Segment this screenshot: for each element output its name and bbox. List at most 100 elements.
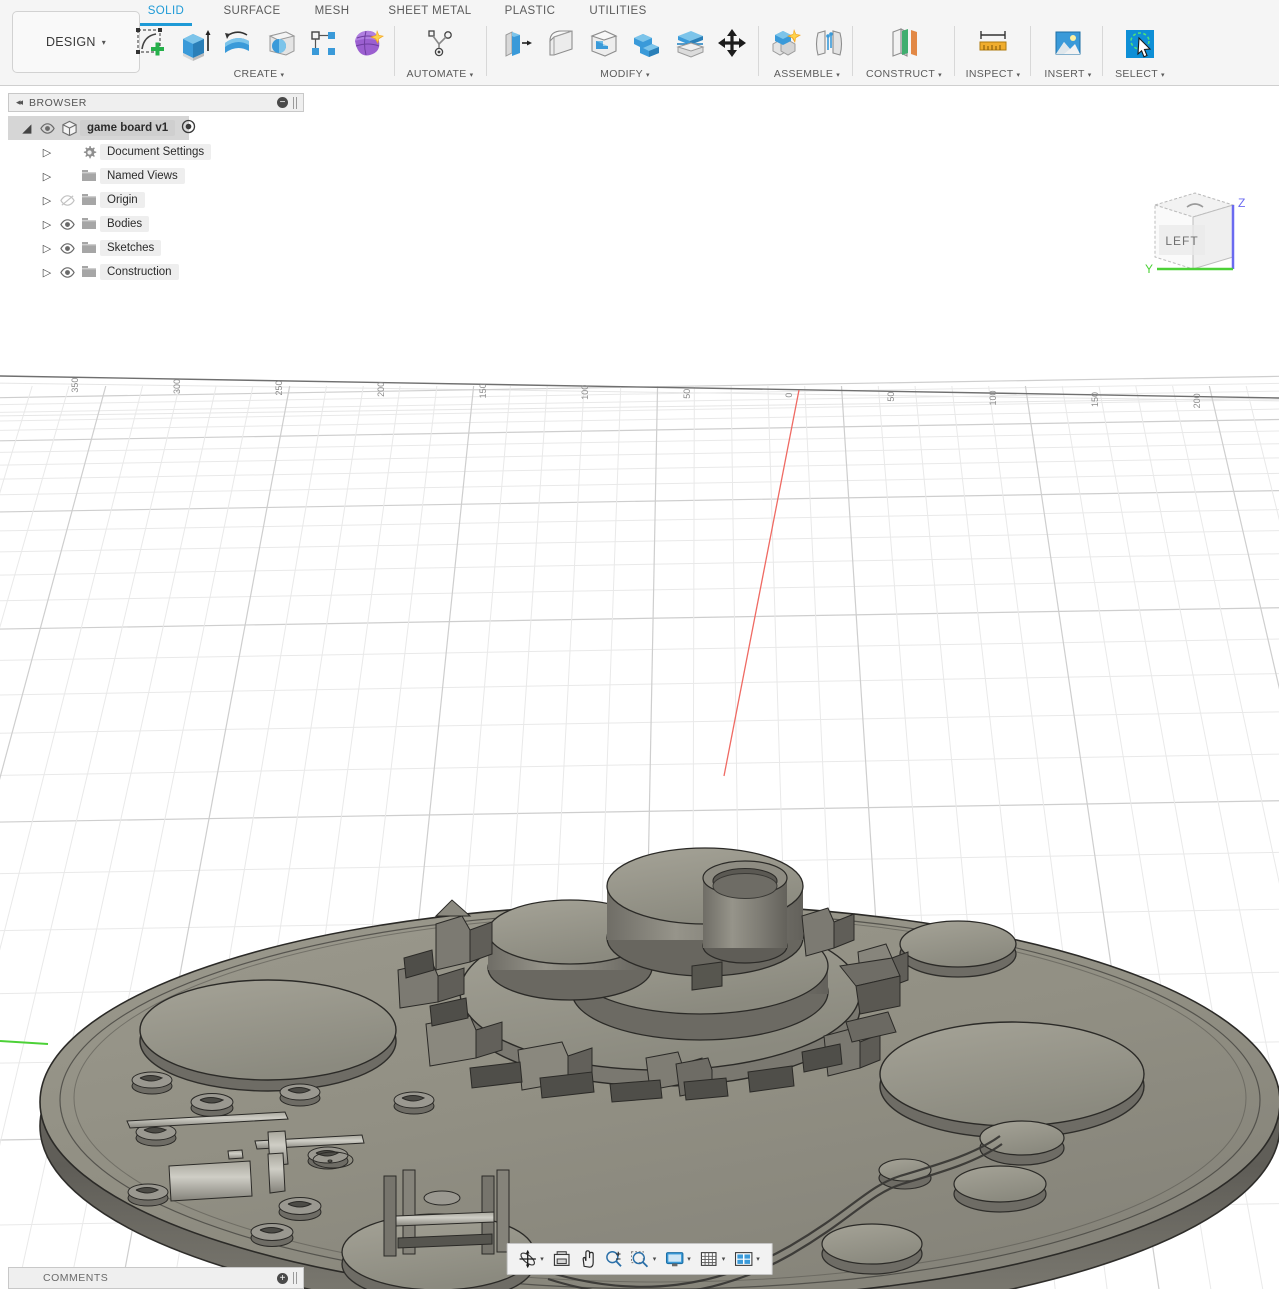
toolbar-separator	[394, 26, 395, 76]
revolve-icon[interactable]	[218, 24, 258, 64]
chevron-down-icon[interactable]: ▾	[687, 1255, 691, 1263]
tree-node-game-board-v1[interactable]: ◢ game board v1	[8, 116, 196, 140]
grid-ruler-label: 350	[70, 378, 80, 393]
zoom-icon[interactable]	[602, 1246, 626, 1272]
select-cursor-icon[interactable]	[1120, 24, 1160, 64]
comments-resize-handle[interactable]	[293, 1272, 299, 1284]
panel-icons	[420, 22, 460, 66]
automated-modeling-icon[interactable]	[420, 24, 460, 64]
eye-visible-icon[interactable]	[36, 121, 58, 136]
comments-panel[interactable]: COMMENTS +	[8, 1267, 304, 1289]
tree-node-document-settings[interactable]: ▷ Document Settings	[8, 140, 304, 164]
panel-label-create[interactable]: CREATE ▾	[234, 66, 285, 84]
eye-visible-icon[interactable]	[56, 217, 78, 232]
look-at-icon[interactable]	[550, 1246, 574, 1272]
new-component-icon[interactable]	[766, 24, 806, 64]
main-toolbar: DESIGN ▾ SOLID SURFACE MESH SHEET METAL PLAS…	[0, 0, 1279, 86]
tab-solid[interactable]: SOLID	[136, 5, 196, 17]
board-token	[278, 1197, 322, 1221]
folder-icon	[78, 265, 100, 279]
panel-construct: CONSTRUCT ▾	[856, 22, 952, 86]
combine-icon[interactable]	[627, 24, 667, 64]
toolbar-separator	[486, 26, 487, 76]
add-comment-icon[interactable]: +	[277, 1272, 288, 1284]
extrude-icon[interactable]	[175, 24, 215, 64]
tab-plastic[interactable]: PLASTIC	[497, 5, 563, 17]
chevron-down-icon: ▾	[1087, 72, 1092, 79]
create-form-icon[interactable]	[347, 24, 387, 64]
chevron-down-icon[interactable]: ▾	[653, 1255, 657, 1263]
eye-visible-icon[interactable]	[56, 241, 78, 256]
offset-face-icon[interactable]	[670, 24, 710, 64]
expander-collapsed-icon[interactable]: ▷	[38, 218, 56, 231]
panel-label-automate[interactable]: AUTOMATE ▾	[406, 66, 473, 84]
fillet-icon[interactable]	[541, 24, 581, 64]
panel-label-insert[interactable]: INSERT ▾	[1044, 66, 1091, 84]
pattern-icon[interactable]	[304, 24, 344, 64]
expander-collapsed-icon[interactable]: ▷	[38, 242, 56, 255]
chevron-down-icon[interactable]: ▾	[540, 1255, 544, 1263]
fit-icon[interactable]	[628, 1246, 652, 1272]
tab-utilities[interactable]: UTILITIES	[581, 5, 655, 17]
move-copy-icon[interactable]	[713, 24, 753, 64]
measure-icon[interactable]	[973, 24, 1013, 64]
tree-node-label: Bodies	[100, 216, 150, 232]
panel-label-modify[interactable]: MODIFY ▾	[600, 66, 650, 84]
panel-label-assemble[interactable]: ASSEMBLE ▾	[774, 66, 840, 84]
eye-hidden-icon[interactable]	[56, 193, 78, 208]
panel-label-construct[interactable]: CONSTRUCT ▾	[866, 66, 942, 84]
design-workspace-button[interactable]: DESIGN ▾	[12, 11, 140, 73]
panel-label-select[interactable]: SELECT ▾	[1115, 66, 1165, 84]
tab-mesh[interactable]: MESH	[307, 5, 357, 17]
joint-icon[interactable]	[809, 24, 849, 64]
axis-z-label: Z	[1238, 196, 1245, 210]
tree-node-sketches[interactable]: ▷ Sketches	[8, 236, 304, 260]
insert-canvas-icon[interactable]	[1048, 24, 1088, 64]
toolbar-tabs-and-panels: SOLID SURFACE MESH SHEET METAL PLASTIC UTILIT…	[135, 0, 1279, 86]
expander-collapsed-icon[interactable]: ▷	[38, 146, 56, 159]
grid-ruler-label: 250	[274, 380, 284, 395]
view-cube[interactable]: LEFT Z Y	[1137, 181, 1247, 286]
tree-node-origin[interactable]: ▷ Origin	[8, 188, 304, 212]
panel-resize-handle[interactable]	[293, 96, 299, 109]
pan-icon[interactable]	[576, 1246, 600, 1272]
grid-ruler-label: 100	[988, 391, 998, 406]
board-disc-large-right	[879, 1021, 1145, 1139]
viewports-icon[interactable]	[731, 1246, 755, 1272]
press-pull-icon[interactable]	[498, 24, 538, 64]
sweep-icon[interactable]	[261, 24, 301, 64]
display-settings-icon[interactable]	[662, 1246, 686, 1272]
board-token	[327, 1159, 333, 1163]
tree-node-construction[interactable]: ▷ Construction	[8, 260, 304, 284]
chevron-down-icon[interactable]: ▾	[722, 1255, 726, 1263]
offset-plane-icon[interactable]	[884, 24, 924, 64]
panel-label-inspect[interactable]: INSPECT ▾	[966, 66, 1021, 84]
minimize-icon[interactable]: −	[277, 97, 288, 108]
orbit-icon[interactable]	[515, 1246, 539, 1272]
board-disc-large-left	[139, 979, 397, 1092]
grid-snaps-icon[interactable]	[697, 1246, 721, 1272]
expander-expanded-icon[interactable]: ◢	[18, 122, 36, 135]
tree-node-label: Origin	[100, 192, 145, 208]
toolbar-separator	[1102, 26, 1103, 76]
chevron-down-icon: ▾	[1161, 72, 1165, 79]
toolbar-separator	[758, 26, 759, 76]
tab-sheet-metal[interactable]: SHEET METAL	[378, 5, 482, 17]
eye-visible-icon[interactable]	[56, 265, 78, 280]
expander-collapsed-icon[interactable]: ▷	[38, 170, 56, 183]
expander-collapsed-icon[interactable]: ▷	[38, 266, 56, 279]
chevron-down-icon[interactable]: ▾	[756, 1255, 760, 1263]
collapse-panel-icon[interactable]: ◂◂	[16, 97, 23, 108]
grid-ruler-label: 50	[886, 392, 896, 402]
tree-node-named-views[interactable]: ▷ Named Views	[8, 164, 304, 188]
panel-label-text: AUTOMATE	[406, 68, 467, 80]
tree-node-bodies[interactable]: ▷ Bodies	[8, 212, 304, 236]
shell-icon[interactable]	[584, 24, 624, 64]
tab-surface[interactable]: SURFACE	[216, 5, 288, 17]
create-sketch-icon[interactable]	[132, 24, 172, 64]
expander-collapsed-icon[interactable]: ▷	[38, 194, 56, 207]
x-axis-line	[723, 389, 800, 777]
model-game-board[interactable]	[39, 847, 1279, 1289]
board-disc-small-d	[821, 1223, 923, 1275]
activate-component-radio[interactable]	[181, 119, 196, 137]
